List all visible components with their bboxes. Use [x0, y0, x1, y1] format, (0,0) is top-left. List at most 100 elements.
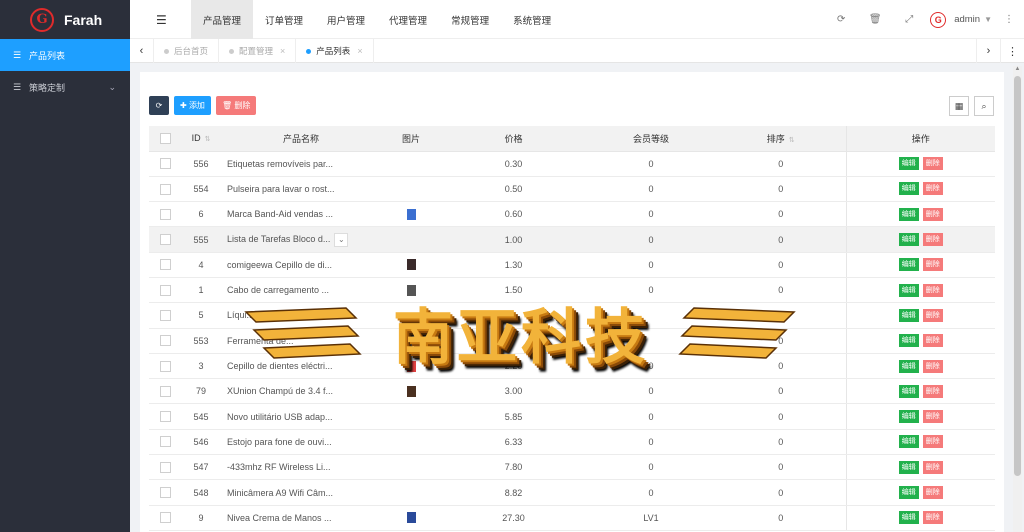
page-tab-config[interactable]: 配置管理 ×: [219, 39, 297, 63]
cell-sort: 0: [716, 328, 846, 354]
row-checkbox[interactable]: [149, 454, 181, 481]
row-delete-button[interactable]: 删除: [922, 334, 943, 348]
username[interactable]: admin: [954, 14, 980, 25]
scrollbar-thumb[interactable]: [1014, 76, 1021, 476]
row-delete-button[interactable]: 删除: [922, 511, 943, 525]
edit-button[interactable]: 编辑: [898, 334, 919, 348]
row-checkbox[interactable]: [149, 479, 181, 506]
tab-product-management[interactable]: 产品管理: [191, 0, 254, 39]
row-checkbox[interactable]: [149, 151, 181, 177]
avatar[interactable]: G: [930, 11, 947, 28]
edit-button[interactable]: 编辑: [898, 511, 919, 525]
tab-order-management[interactable]: 订单管理: [253, 0, 315, 39]
table-row[interactable]: 548 Minicâmera A9 Wifi Câm... 8.82 0 0 编辑 删除: [149, 479, 995, 506]
row-delete-button[interactable]: 删除: [922, 384, 943, 398]
edit-button[interactable]: 编辑: [898, 207, 919, 221]
edit-button[interactable]: 编辑: [898, 384, 919, 398]
row-checkbox[interactable]: [149, 378, 181, 405]
row-delete-button[interactable]: 删除: [922, 308, 943, 322]
row-checkbox[interactable]: [149, 353, 181, 380]
tab-user-management[interactable]: 用户管理: [315, 0, 377, 39]
table-row[interactable]: 79 XUnion Champú de 3.4 f... 3.00 0 0 编辑 删除: [149, 378, 995, 405]
tabs-scroll-left-icon[interactable]: ‹: [130, 39, 154, 63]
row-delete-button[interactable]: 删除: [922, 157, 943, 171]
sort-icon[interactable]: ⇅: [789, 137, 795, 144]
row-delete-button[interactable]: 删除: [922, 410, 943, 424]
edit-button[interactable]: 编辑: [898, 283, 919, 297]
page-tab-product-list[interactable]: 产品列表 ×: [296, 39, 374, 63]
close-icon[interactable]: ×: [357, 46, 362, 56]
expand-cell-icon[interactable]: ⌄: [334, 232, 349, 247]
fullscreen-icon[interactable]: ⤢: [892, 14, 926, 25]
edit-button[interactable]: 编辑: [898, 157, 919, 171]
table-row[interactable]: 553 Ferramenta de... 0 编辑 删除: [149, 328, 995, 354]
refresh-icon[interactable]: ⟳: [824, 14, 858, 25]
row-checkbox[interactable]: [149, 505, 181, 531]
tabs-more-icon[interactable]: ⋮: [1000, 39, 1024, 63]
refresh-button[interactable]: ⟳: [149, 96, 169, 115]
table-row[interactable]: 547 -433mhz RF Wireless Li... 7.80 0 0 编辑 删除: [149, 454, 995, 481]
row-delete-button[interactable]: 删除: [922, 486, 943, 499]
edit-button[interactable]: 编辑: [898, 308, 919, 322]
table-row[interactable]: 1 Cabo de carregamento ... 1.50 0 0 编辑 删除: [149, 277, 995, 304]
row-delete-button[interactable]: 删除: [922, 460, 943, 474]
scroll-up-icon[interactable]: ▲: [1013, 66, 1022, 72]
edit-button[interactable]: 编辑: [898, 233, 919, 247]
edit-button[interactable]: 编辑: [898, 435, 919, 449]
col-id[interactable]: ID ⇅: [181, 126, 221, 152]
more-vertical-icon[interactable]: ⋮: [1004, 14, 1014, 25]
row-delete-button[interactable]: 删除: [922, 233, 943, 247]
sidebar-item-product-list[interactable]: ☰ 产品列表: [0, 39, 130, 71]
menu-toggle-icon[interactable]: ☰: [156, 13, 167, 27]
sort-icon[interactable]: ⇅: [205, 136, 211, 143]
edit-button[interactable]: 编辑: [898, 460, 919, 474]
table-row[interactable]: 6 Marca Band-Aid vendas ... 0.60 0 0 编辑 删除: [149, 201, 995, 228]
edit-button[interactable]: 编辑: [898, 182, 919, 196]
row-checkbox[interactable]: [149, 201, 181, 228]
row-delete-button[interactable]: 删除: [922, 207, 943, 221]
table-row[interactable]: 5 Líqui... 0 编辑 删除: [149, 302, 995, 329]
select-all-checkbox[interactable]: [149, 126, 181, 152]
row-delete-button[interactable]: 删除: [922, 182, 943, 196]
row-checkbox[interactable]: [149, 403, 181, 430]
table-row[interactable]: 555 Lista de Tarefas Bloco d... ⌄ 1.00 0 0 编辑删…: [149, 226, 995, 253]
table-row[interactable]: 546 Estojo para fone de ouvi... 6.33 0 0 编辑 删除: [149, 429, 995, 456]
row-delete-button[interactable]: 删除: [922, 435, 943, 449]
row-checkbox[interactable]: [149, 226, 181, 253]
columns-icon[interactable]: ▦: [949, 96, 969, 116]
table-row[interactable]: 3 Cepillo de dientes eléctri... 2.20 0 0 编辑 删除: [149, 353, 995, 380]
row-checkbox[interactable]: [149, 328, 181, 354]
tab-agent-management[interactable]: 代理管理: [377, 0, 439, 39]
row-checkbox[interactable]: [149, 302, 181, 329]
search-icon[interactable]: ⌕: [974, 96, 994, 116]
table-row[interactable]: 9 Nivea Crema de Manos ... 27.30 LV1 0 编辑 删除: [149, 505, 995, 531]
caret-down-icon[interactable]: ▼: [984, 15, 992, 24]
tab-general-management[interactable]: 常规管理: [439, 0, 501, 39]
edit-button[interactable]: 编辑: [898, 258, 919, 272]
row-checkbox[interactable]: [149, 176, 181, 203]
row-checkbox[interactable]: [149, 252, 181, 278]
edit-button[interactable]: 编辑: [898, 410, 919, 424]
add-button[interactable]: ✚ 添加: [174, 96, 211, 115]
edit-button[interactable]: 编辑: [898, 359, 919, 373]
row-delete-button[interactable]: 删除: [922, 258, 943, 272]
edit-button[interactable]: 编辑: [898, 486, 919, 499]
close-icon[interactable]: ×: [280, 46, 285, 56]
table-row[interactable]: 554 Pulseira para lavar o rost... 0.50 0 0 编辑…: [149, 176, 995, 203]
col-sort[interactable]: 排序 ⇅: [716, 126, 846, 152]
tabs-scroll-right-icon[interactable]: ›: [976, 39, 1000, 63]
brand[interactable]: G Farah: [0, 0, 130, 39]
row-delete-button[interactable]: 删除: [922, 283, 943, 297]
row-checkbox[interactable]: [149, 277, 181, 304]
trash-icon[interactable]: 🗑: [858, 14, 892, 25]
delete-button[interactable]: 🗑 删除: [215, 96, 257, 115]
page-tab-home[interactable]: 后台首页: [154, 39, 220, 63]
table-row[interactable]: 4 comigeewa Cepillo de di... 1.30 0 0 编辑 删除: [149, 252, 995, 278]
row-delete-button[interactable]: 删除: [922, 359, 943, 373]
table-row[interactable]: 556 Etiquetas removíveis par... 0.30 0 0 编辑 删除: [149, 151, 995, 177]
sidebar-item-strategy[interactable]: ☰ 策略定制 ⌄: [0, 71, 130, 103]
row-checkbox[interactable]: [149, 429, 181, 456]
vertical-scrollbar[interactable]: ▲: [1013, 66, 1022, 532]
table-row[interactable]: 545 Novo utilitário USB adap... 5.85 0 0 编辑 删除: [149, 403, 995, 430]
tab-system-management[interactable]: 系统管理: [501, 0, 563, 39]
